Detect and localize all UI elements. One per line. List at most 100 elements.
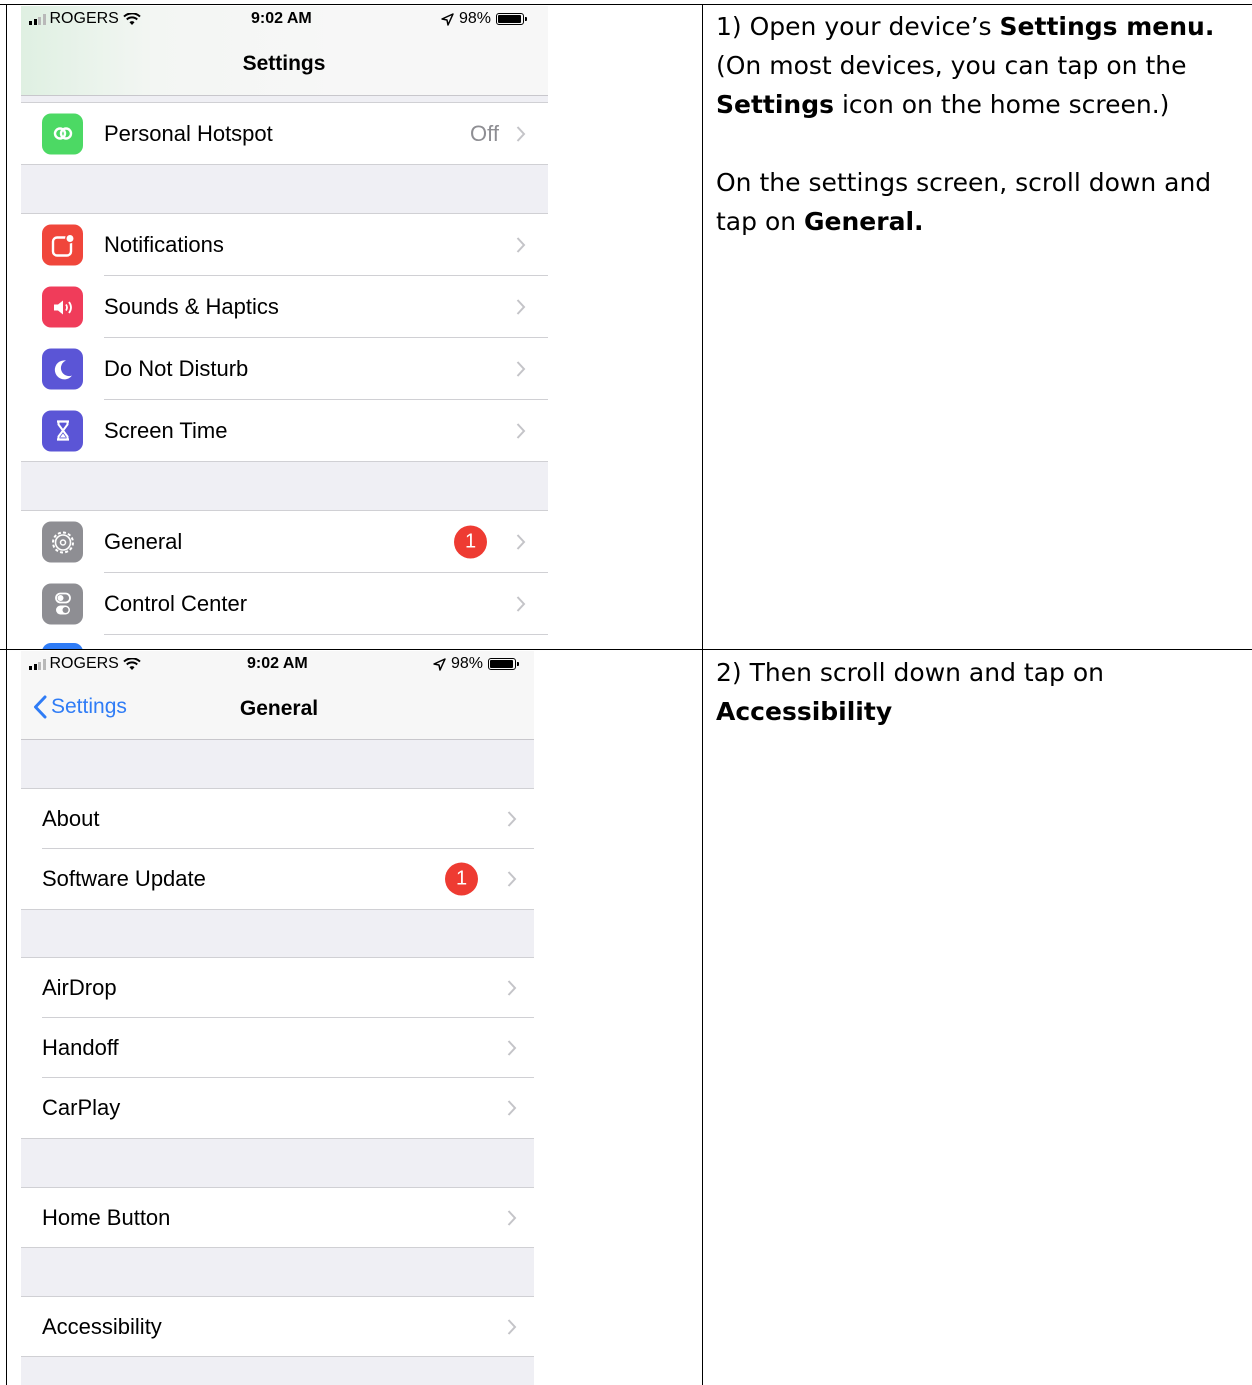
back-label: Settings: [51, 695, 127, 718]
battery-icon: [488, 658, 520, 670]
table-row-divider: [0, 649, 1252, 650]
group-divider: [21, 1247, 534, 1248]
settings-row-partial: [21, 635, 548, 649]
table-border-top: [0, 4, 1252, 5]
row-label: Home Button: [42, 1204, 171, 1230]
status-time: 9:02 AM: [247, 655, 308, 672]
row-label: Handoff: [42, 1035, 119, 1060]
chevron-right-icon: [507, 1100, 517, 1116]
chevron-right-icon: [516, 125, 526, 142]
table-border-left: [6, 4, 7, 1385]
carrier-label: ROGERS: [49, 10, 119, 27]
status-bar: ROGERS 9:02 AM 98%: [21, 651, 534, 679]
settings-row-control-center[interactable]: Control Center: [21, 573, 548, 635]
row-label: Notifications: [104, 232, 224, 257]
row-label: Do Not Disturb: [104, 356, 249, 381]
settings-row-screen-time[interactable]: Screen Time: [21, 400, 548, 461]
chevron-right-icon: [516, 534, 526, 550]
step1-instructions: 1) Open your device’s Settings menu. (On …: [716, 7, 1241, 241]
row-label: Personal Hotspot: [104, 120, 273, 146]
row-label: Control Center: [104, 591, 248, 616]
text: 1) Open your device’s: [716, 12, 1000, 41]
general-row-carplay[interactable]: CarPlay: [21, 1078, 534, 1138]
notification-badge: 1: [445, 862, 478, 896]
row-label: About: [42, 806, 100, 831]
wifi-icon: [123, 657, 141, 670]
personal-hotspot-icon: [42, 113, 83, 154]
chevron-right-icon: [507, 871, 517, 887]
chevron-right-icon: [507, 811, 517, 827]
chevron-right-icon: [516, 299, 526, 315]
bold-text: Settings: [716, 90, 835, 119]
step1-paragraph: 1) Open your device’s Settings menu. (On …: [716, 7, 1241, 124]
gear-icon: [42, 521, 83, 563]
status-time: 9:02 AM: [251, 10, 312, 27]
switches-icon: [42, 583, 83, 625]
general-row-software-update[interactable]: Software Update 1: [21, 849, 534, 909]
group-divider: [21, 164, 548, 165]
text: On the settings screen, scroll down and …: [716, 168, 1212, 236]
page-title: Settings: [242, 52, 326, 75]
battery-percent: 98%: [451, 655, 484, 672]
bold-text: General.: [804, 207, 924, 236]
row-detail: Off: [470, 120, 499, 146]
step2-instructions: 2) Then scroll down and tap on Accessibil…: [716, 653, 1241, 731]
row-label: Screen Time: [104, 417, 228, 443]
bold-text: Settings menu.: [999, 12, 1215, 41]
chevron-right-icon: [507, 980, 517, 996]
battery-icon: [496, 13, 528, 25]
location-icon: [433, 657, 446, 671]
settings-row-sounds[interactable]: Sounds & Haptics: [21, 276, 548, 338]
status-bar: ROGERS 9:02 AM 98%: [21, 6, 548, 34]
group-divider: [21, 461, 548, 462]
chevron-right-icon: [516, 596, 526, 612]
notification-badge: 1: [454, 525, 487, 559]
chevron-right-icon: [507, 1040, 517, 1056]
back-button[interactable]: Settings: [33, 695, 127, 719]
settings-screenshot: ROGERS 9:02 AM 98% Settings Personal Hot…: [21, 6, 548, 649]
step2-paragraph: 2) Then scroll down and tap on Accessibil…: [716, 653, 1241, 731]
settings-row-personal-hotspot[interactable]: Personal Hotspot Off: [21, 103, 548, 164]
sounds-icon: [42, 286, 83, 328]
notifications-icon: [42, 224, 83, 266]
general-screenshot: ROGERS 9:02 AM 98% Settings General Abou…: [21, 651, 534, 1385]
group-divider: [21, 1356, 534, 1357]
text: icon on the home screen.): [834, 90, 1170, 119]
carrier-label: ROGERS: [49, 655, 119, 672]
row-label: Accessibility: [42, 1313, 162, 1339]
settings-row-general[interactable]: General 1: [21, 511, 548, 573]
bold-text: Accessibility: [716, 697, 893, 726]
hourglass-icon: [42, 410, 83, 451]
chevron-right-icon: [516, 422, 526, 439]
row-label: Sounds & Haptics: [104, 294, 279, 319]
signal-icon: [29, 13, 46, 25]
settings-row-notifications[interactable]: Notifications: [21, 214, 548, 276]
settings-row-do-not-disturb[interactable]: Do Not Disturb: [21, 338, 548, 400]
step1-paragraph-2: On the settings screen, scroll down and …: [716, 163, 1241, 241]
group-divider: [21, 909, 534, 910]
general-row-airdrop[interactable]: AirDrop: [21, 958, 534, 1018]
general-row-accessibility[interactable]: Accessibility: [21, 1297, 534, 1356]
table-column-divider: [702, 4, 703, 1385]
location-icon: [441, 12, 454, 26]
signal-icon: [29, 658, 46, 670]
general-row-home-button[interactable]: Home Button: [21, 1188, 534, 1247]
general-row-about[interactable]: About: [21, 789, 534, 849]
row-label: General: [104, 529, 183, 554]
chevron-right-icon: [507, 1318, 517, 1335]
chevron-right-icon: [516, 361, 526, 377]
row-label: CarPlay: [42, 1095, 121, 1120]
row-label: AirDrop: [42, 975, 117, 1000]
wifi-icon: [123, 12, 141, 25]
chevron-right-icon: [516, 237, 526, 253]
chevron-left-icon: [34, 695, 47, 719]
general-row-handoff[interactable]: Handoff: [21, 1018, 534, 1078]
moon-icon: [42, 348, 83, 390]
display-icon: [42, 643, 83, 649]
page-title: General: [239, 697, 319, 720]
chevron-right-icon: [507, 1209, 517, 1226]
group-divider: [21, 1138, 534, 1139]
battery-percent: 98%: [459, 10, 492, 27]
text: (On most devices, you can tap on the: [716, 51, 1187, 80]
text: 2) Then scroll down and tap on: [716, 658, 1104, 687]
